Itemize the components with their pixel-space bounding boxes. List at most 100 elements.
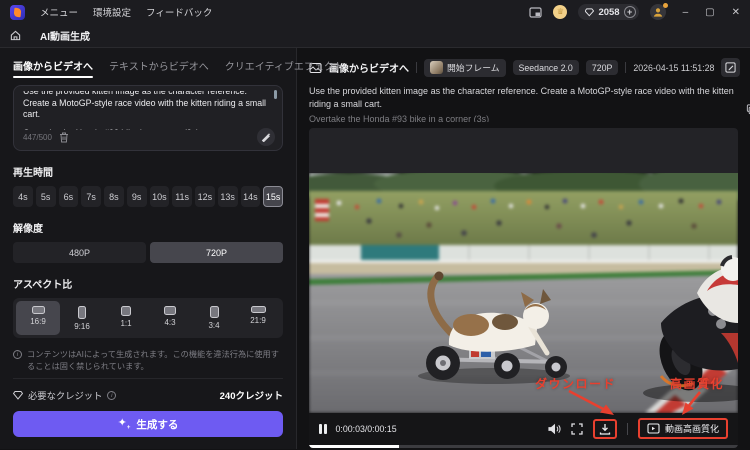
credits-info-icon[interactable]: i (107, 391, 117, 400)
generation-settings-panel: 画像からビデオへ テキストからビデオへ クリエイティブエフェクト Use the… (0, 48, 344, 449)
diamond-icon (13, 391, 23, 400)
aspect-3-4-icon (209, 306, 219, 318)
aspect-21-9[interactable]: 21:9 (236, 301, 280, 335)
copy-icon[interactable] (746, 102, 750, 120)
app-logo-icon[interactable] (10, 4, 25, 20)
duration-6s[interactable]: 6s (58, 186, 79, 207)
upscale-icon (647, 423, 660, 434)
aspect-4-3[interactable]: 4:3 (148, 301, 192, 335)
duration-11s[interactable]: 11s (172, 186, 192, 207)
window-close-button[interactable]: ✕ (732, 7, 740, 18)
notification-badge (662, 3, 668, 8)
home-icon[interactable] (0, 30, 30, 41)
tab-text-to-video[interactable]: テキストからビデオへ (109, 58, 209, 78)
aspect-21-9-icon (250, 306, 266, 313)
aspect-16-9-icon (31, 306, 45, 314)
titlebar: メニュー 環境設定 フィードバック ♕ 2058 + – ▢ ✕ (0, 0, 750, 24)
membership-icon[interactable]: ♕ (553, 5, 568, 19)
result-prompt: Use the provided kitten image as the cha… (309, 85, 750, 122)
aspect-ratio-options: 16:9 9:16 1:1 4:3 3:4 21:9 (13, 298, 283, 338)
download-icon (599, 423, 611, 435)
window-minimize-button[interactable]: – (683, 7, 689, 18)
fullscreen-icon[interactable] (571, 423, 583, 435)
resolution-480p[interactable]: 480P (13, 242, 146, 263)
divider (625, 62, 627, 73)
result-prompt-text: Use the provided kitten image as the cha… (309, 86, 734, 109)
aspect-1-1-icon (121, 306, 131, 316)
video-letterbox (309, 128, 738, 174)
person-icon (653, 8, 662, 17)
duration-15s-selected[interactable]: 15s (263, 186, 283, 207)
tab-creative-effects[interactable]: クリエイティブエフェクト (225, 58, 344, 78)
duration-options: 4s 5s 6s 7s 8s 9s 10s 11s 12s 13s 14s 15… (13, 186, 283, 207)
prompt-line-1: Use the provided kitten image as the cha… (23, 91, 266, 120)
pause-icon[interactable] (319, 423, 327, 434)
start-frame-thumbnail (430, 61, 443, 74)
required-credits-label: 必要なクレジット (28, 391, 103, 401)
player-controls: 0:00:03/0:00:15 動画高画質化 (309, 413, 738, 445)
credit-balance-pill[interactable]: 2058 + (578, 4, 639, 20)
duration-9s[interactable]: 9s (126, 186, 147, 207)
tab-image-to-video[interactable]: 画像からビデオへ (13, 58, 93, 78)
pencil-square-icon (725, 62, 737, 73)
diamond-icon (585, 7, 595, 16)
result-header: 画像からビデオへ 開始フレーム Seedance 2.0 720P 2026-0… (309, 58, 750, 77)
duration-5s[interactable]: 5s (35, 186, 56, 207)
prompt-input[interactable]: Use the provided kitten image as the cha… (13, 85, 283, 151)
menu-item-feedback[interactable]: フィードバック (146, 5, 212, 19)
edit-button[interactable] (721, 58, 741, 77)
prompt-text-clip: Use the provided kitten image as the cha… (23, 91, 273, 130)
duration-7s[interactable]: 7s (81, 186, 101, 207)
video-player[interactable]: 0:00:03/0:00:15 動画高画質化 ダウンロード 高画質化 (309, 128, 738, 449)
user-avatar[interactable] (649, 3, 668, 20)
aspect-16-9-selected[interactable]: 16:9 (16, 301, 60, 335)
result-panel: 画像からビデオへ 開始フレーム Seedance 2.0 720P 2026-0… (297, 48, 750, 449)
aspect-ratio-label: アスペクト比 (13, 280, 73, 291)
menu-item-menu[interactable]: メニュー (40, 5, 78, 19)
resolution-720p-selected[interactable]: 720P (150, 242, 283, 263)
char-counter: 447/500 (23, 132, 52, 142)
aspect-9-16-icon (78, 306, 86, 319)
window-maximize-button[interactable]: ▢ (705, 7, 714, 18)
progress-bar[interactable] (309, 445, 738, 449)
info-icon: i (13, 350, 22, 359)
aspect-1-1[interactable]: 1:1 (104, 301, 148, 335)
duration-10s[interactable]: 10s (149, 186, 170, 207)
duration-4s[interactable]: 4s (13, 186, 33, 207)
duration-12s[interactable]: 12s (195, 186, 215, 207)
mini-player-icon[interactable] (529, 6, 543, 18)
ai-rewrite-icon[interactable] (257, 128, 275, 146)
aspect-3-4[interactable]: 3:4 (192, 301, 236, 335)
playback-time: 0:00:03/0:00:15 (335, 423, 397, 434)
credits-value: 240クレジット (219, 391, 283, 402)
duration-13s[interactable]: 13s (217, 186, 238, 207)
prompt-scrollbar[interactable] (274, 90, 277, 99)
mode-tabs: 画像からビデオへ テキストからビデオへ クリエイティブエフェクト (13, 58, 344, 78)
duration-8s[interactable]: 8s (104, 186, 124, 207)
start-frame-tag[interactable]: 開始フレーム (424, 58, 506, 77)
clear-prompt-trash-icon[interactable] (59, 132, 69, 143)
video-upscale-button[interactable]: 動画高画質化 (637, 418, 728, 440)
result-prompt-text-clipped: Overtake the Honda #93 bike in a corner … (309, 114, 490, 123)
add-credits-icon[interactable]: + (623, 6, 636, 18)
credit-count: 2058 (598, 6, 620, 18)
download-button[interactable] (592, 418, 617, 439)
duration-14s[interactable]: 14s (240, 186, 261, 207)
aspect-9-16[interactable]: 9:16 (60, 301, 104, 335)
resolution-options: 480P 720P (13, 242, 283, 263)
volume-icon[interactable] (548, 423, 561, 435)
generation-timestamp: 2026-04-15 11:51:28 (633, 62, 715, 73)
page-header: AI動画生成 (0, 24, 750, 48)
required-credits-row: 必要なクレジット i 240クレジット (13, 378, 283, 402)
resolution-label: 解像度 (13, 224, 43, 235)
page-title: AI動画生成 (40, 32, 90, 43)
sparkle-icon: ✦+ (117, 417, 131, 432)
divider (416, 62, 417, 73)
duration-label: 再生時間 (13, 168, 53, 179)
divider (626, 422, 628, 435)
generate-button[interactable]: ✦+ 生成する (13, 411, 283, 437)
resolution-tag[interactable]: 720P (585, 60, 619, 75)
model-tag[interactable]: Seedance 2.0 (512, 60, 579, 75)
menu-item-settings[interactable]: 環境設定 (93, 5, 131, 19)
video-frame-cat-kart-vs-motogp (309, 173, 738, 414)
